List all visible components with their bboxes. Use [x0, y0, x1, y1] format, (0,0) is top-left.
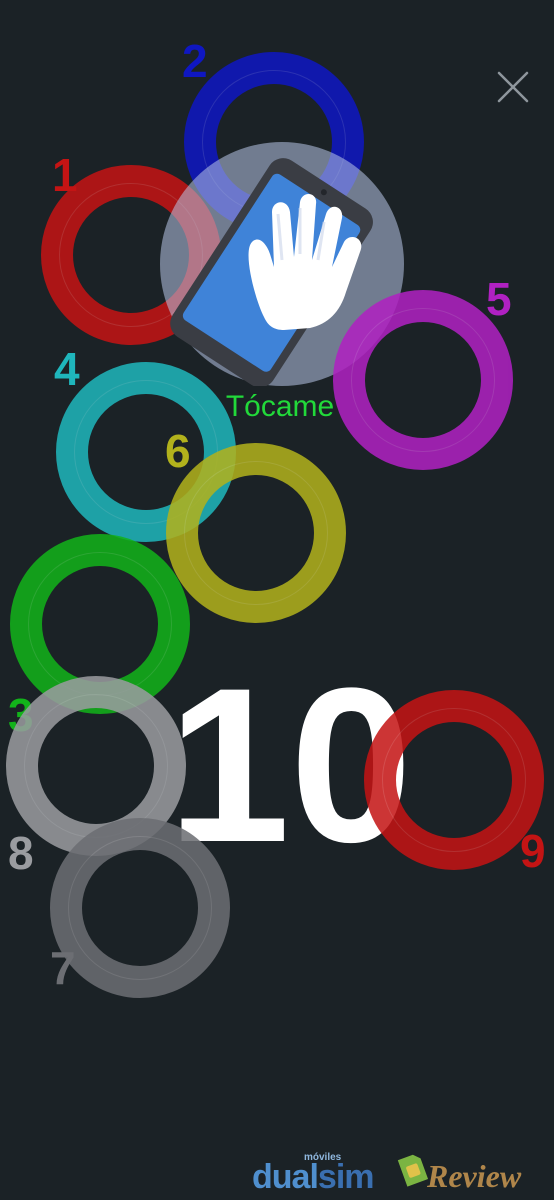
close-icon	[497, 71, 529, 103]
watermark-sim: sim	[317, 1158, 375, 1196]
touch-point-1-number: 1	[52, 149, 78, 201]
touch-point-7-ring	[50, 818, 230, 998]
touch-point-2-number: 2	[182, 35, 208, 87]
sim-card-logo-icon	[397, 1154, 429, 1187]
touch-point-9-number: 9	[520, 825, 546, 877]
watermark-dual-text: dualsim	[252, 1158, 374, 1197]
touch-point-8-number: 8	[8, 827, 34, 879]
watermark-logo: móviles dualsim Review	[252, 1148, 542, 1197]
touch-point-4-number: 4	[54, 343, 80, 395]
touch-point-5-number: 5	[486, 273, 512, 325]
touch-point-6-ring	[166, 443, 346, 623]
touch-point-6-number: 6	[165, 425, 191, 477]
multitouch-test-screen[interactable]: 1 2 5 Tócame 4 6 3 10 9 8 7 móviles dual…	[0, 0, 554, 1200]
touch-point-7-number: 7	[50, 942, 76, 994]
close-button[interactable]	[494, 68, 532, 106]
watermark-dual: dual	[252, 1158, 319, 1196]
watermark-review-text: Review	[427, 1158, 522, 1194]
touch-point-9-ring	[364, 690, 544, 870]
